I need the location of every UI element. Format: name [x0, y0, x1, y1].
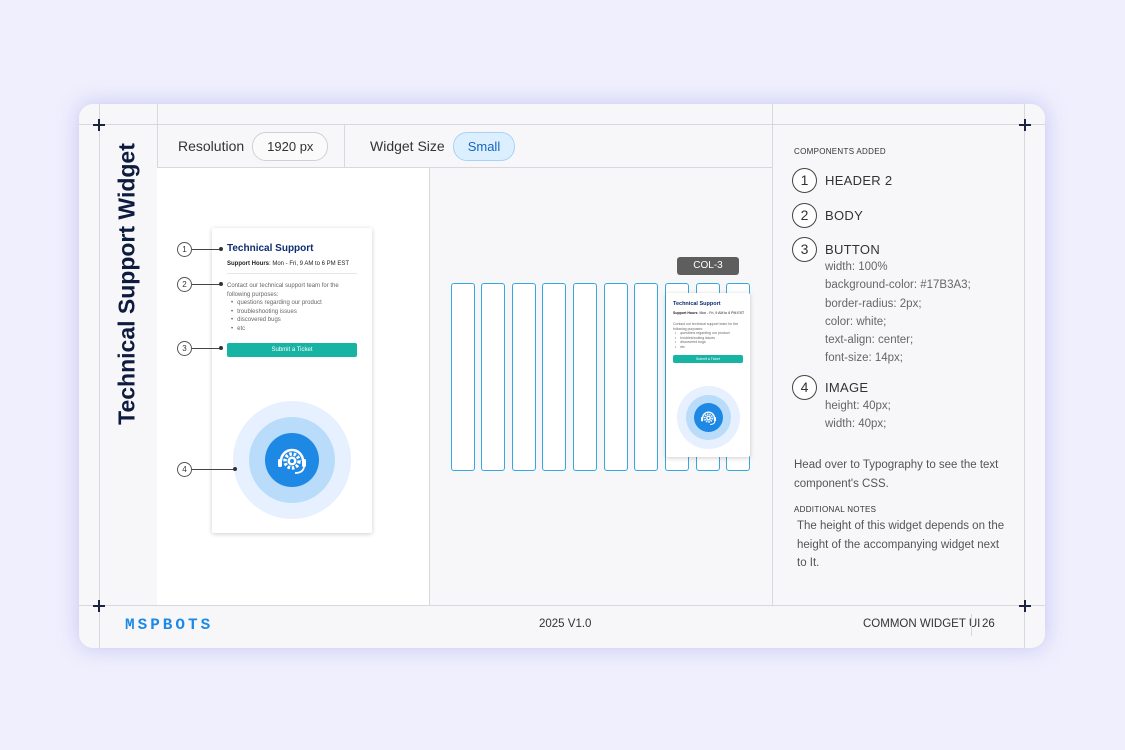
guide-line	[99, 104, 100, 648]
component-name: HEADER 2	[825, 173, 893, 188]
widget-size-pill[interactable]: Small	[452, 131, 516, 161]
component-body: 2 BODY	[792, 203, 863, 228]
list-item: questions regarding our product	[231, 299, 357, 308]
footer-section: COMMON WIDGET UI	[863, 618, 981, 630]
grid-column	[542, 283, 566, 471]
additional-note: The height of this widget depends on the…	[797, 520, 1005, 569]
widget-hours: Support Hours: Mon - Fri, 9 AM to 6 PM E…	[227, 261, 349, 267]
list-item: etc	[231, 325, 357, 334]
hours-value: : Mon - Fri, 9 AM to 6 PM EST	[697, 311, 745, 315]
prop-line: font-size: 14px;	[825, 352, 903, 365]
resolution-pill[interactable]: 1920 px	[252, 131, 329, 161]
widget-title: Technical Support	[673, 301, 721, 307]
crosshair-icon	[1019, 119, 1031, 131]
submit-ticket-button[interactable]: Submit a Ticket	[227, 343, 357, 357]
footer-divider	[971, 614, 972, 636]
grid-column	[512, 283, 536, 471]
crosshair-icon	[93, 600, 105, 612]
components-heading: COMPONENTS ADDED	[794, 147, 886, 156]
component-name: BUTTON	[825, 242, 881, 257]
component-number: 1	[792, 168, 817, 193]
footer-version: 2025 V1.0	[539, 618, 592, 630]
component-number: 2	[792, 203, 817, 228]
widget-body: Contact our technical support team for t…	[227, 282, 357, 333]
widget-divider	[227, 273, 357, 274]
guide-line	[1024, 104, 1025, 648]
guide-line	[429, 167, 430, 605]
callout-leader	[192, 346, 223, 350]
widget-size-label: Widget Size	[370, 138, 445, 154]
widget-mockup-large: Technical Support Support Hours: Mon - F…	[212, 228, 372, 533]
page-number: 26	[982, 618, 995, 630]
prop-line: text-align: center;	[825, 334, 914, 347]
button-properties: width: 100% background-color: #17B3A3; b…	[825, 258, 971, 368]
grid-column	[634, 283, 658, 471]
callout-4: 4	[177, 462, 192, 477]
component-number: 4	[792, 375, 817, 400]
widget-mockup-small: Technical Support Support Hours: Mon - F…	[666, 293, 750, 457]
callout-2: 2	[177, 277, 192, 292]
prop-line: color: white;	[825, 315, 887, 328]
list-item: discovered bugs	[231, 316, 357, 325]
hours-label: Support Hours	[227, 261, 269, 267]
guide-line	[772, 104, 773, 605]
widget-size-control: Widget Size Small	[370, 125, 516, 167]
body-intro: Contact our technical support team for t…	[673, 322, 739, 331]
callout-leader	[192, 282, 223, 286]
component-name: IMAGE	[825, 380, 869, 395]
callout-3: 3	[177, 341, 192, 356]
grid-column	[604, 283, 628, 471]
resolution-control: Resolution 1920 px	[178, 125, 329, 167]
hours-value: : Mon - Fri, 9 AM to 6 PM EST	[269, 261, 350, 267]
page-title: Technical Support Widget	[113, 143, 140, 425]
headset-gear-icon	[265, 433, 319, 487]
body-list: questions regarding our product troubles…	[673, 331, 743, 349]
hours-label: Support Hours	[673, 311, 698, 315]
prop-line: background-color: #17B3A3;	[825, 279, 971, 292]
guide-line	[79, 605, 1045, 606]
callout-1: 1	[177, 242, 192, 257]
submit-ticket-button[interactable]: Submit a Ticket	[673, 355, 743, 363]
prop-line: width: 40px;	[825, 418, 887, 431]
resolution-label: Resolution	[178, 138, 245, 154]
grid-column	[481, 283, 505, 471]
headset-gear-icon	[694, 403, 723, 432]
body-intro: Contact our technical support team for t…	[227, 283, 339, 298]
prop-line: width: 100%	[825, 261, 888, 273]
component-name: BODY	[825, 208, 864, 223]
widget-body: Contact our technical support team for t…	[673, 322, 743, 350]
grid-column	[451, 283, 475, 471]
column-span-tag: COL-3	[677, 257, 739, 275]
callout-leader	[192, 467, 237, 471]
component-header-2: 1 HEADER 2	[792, 168, 892, 193]
widget-hours: Support Hours: Mon - Fri, 9 AM to 6 PM E…	[673, 311, 744, 315]
prop-line: border-radius: 2px;	[825, 297, 922, 310]
list-item: etc	[675, 345, 743, 350]
component-number: 3	[792, 237, 817, 262]
crosshair-icon	[1019, 600, 1031, 612]
spec-card: Technical Support Widget Resolution 1920…	[79, 104, 1045, 648]
additional-notes-heading: ADDITIONAL NOTES	[794, 505, 877, 514]
guide-line	[344, 125, 345, 167]
callout-leader	[192, 247, 223, 251]
brand-logo: MSPBOTS	[125, 616, 214, 634]
typography-note: Head over to Typography to see the text …	[794, 459, 999, 490]
image-properties: height: 40px; width: 40px;	[825, 397, 891, 434]
grid-column	[573, 283, 597, 471]
prop-line: height: 40px;	[825, 400, 891, 412]
list-item: troubleshooting issues	[231, 308, 357, 317]
crosshair-icon	[93, 119, 105, 131]
widget-title: Technical Support	[227, 243, 314, 254]
body-list: questions regarding our product troubles…	[227, 299, 357, 333]
